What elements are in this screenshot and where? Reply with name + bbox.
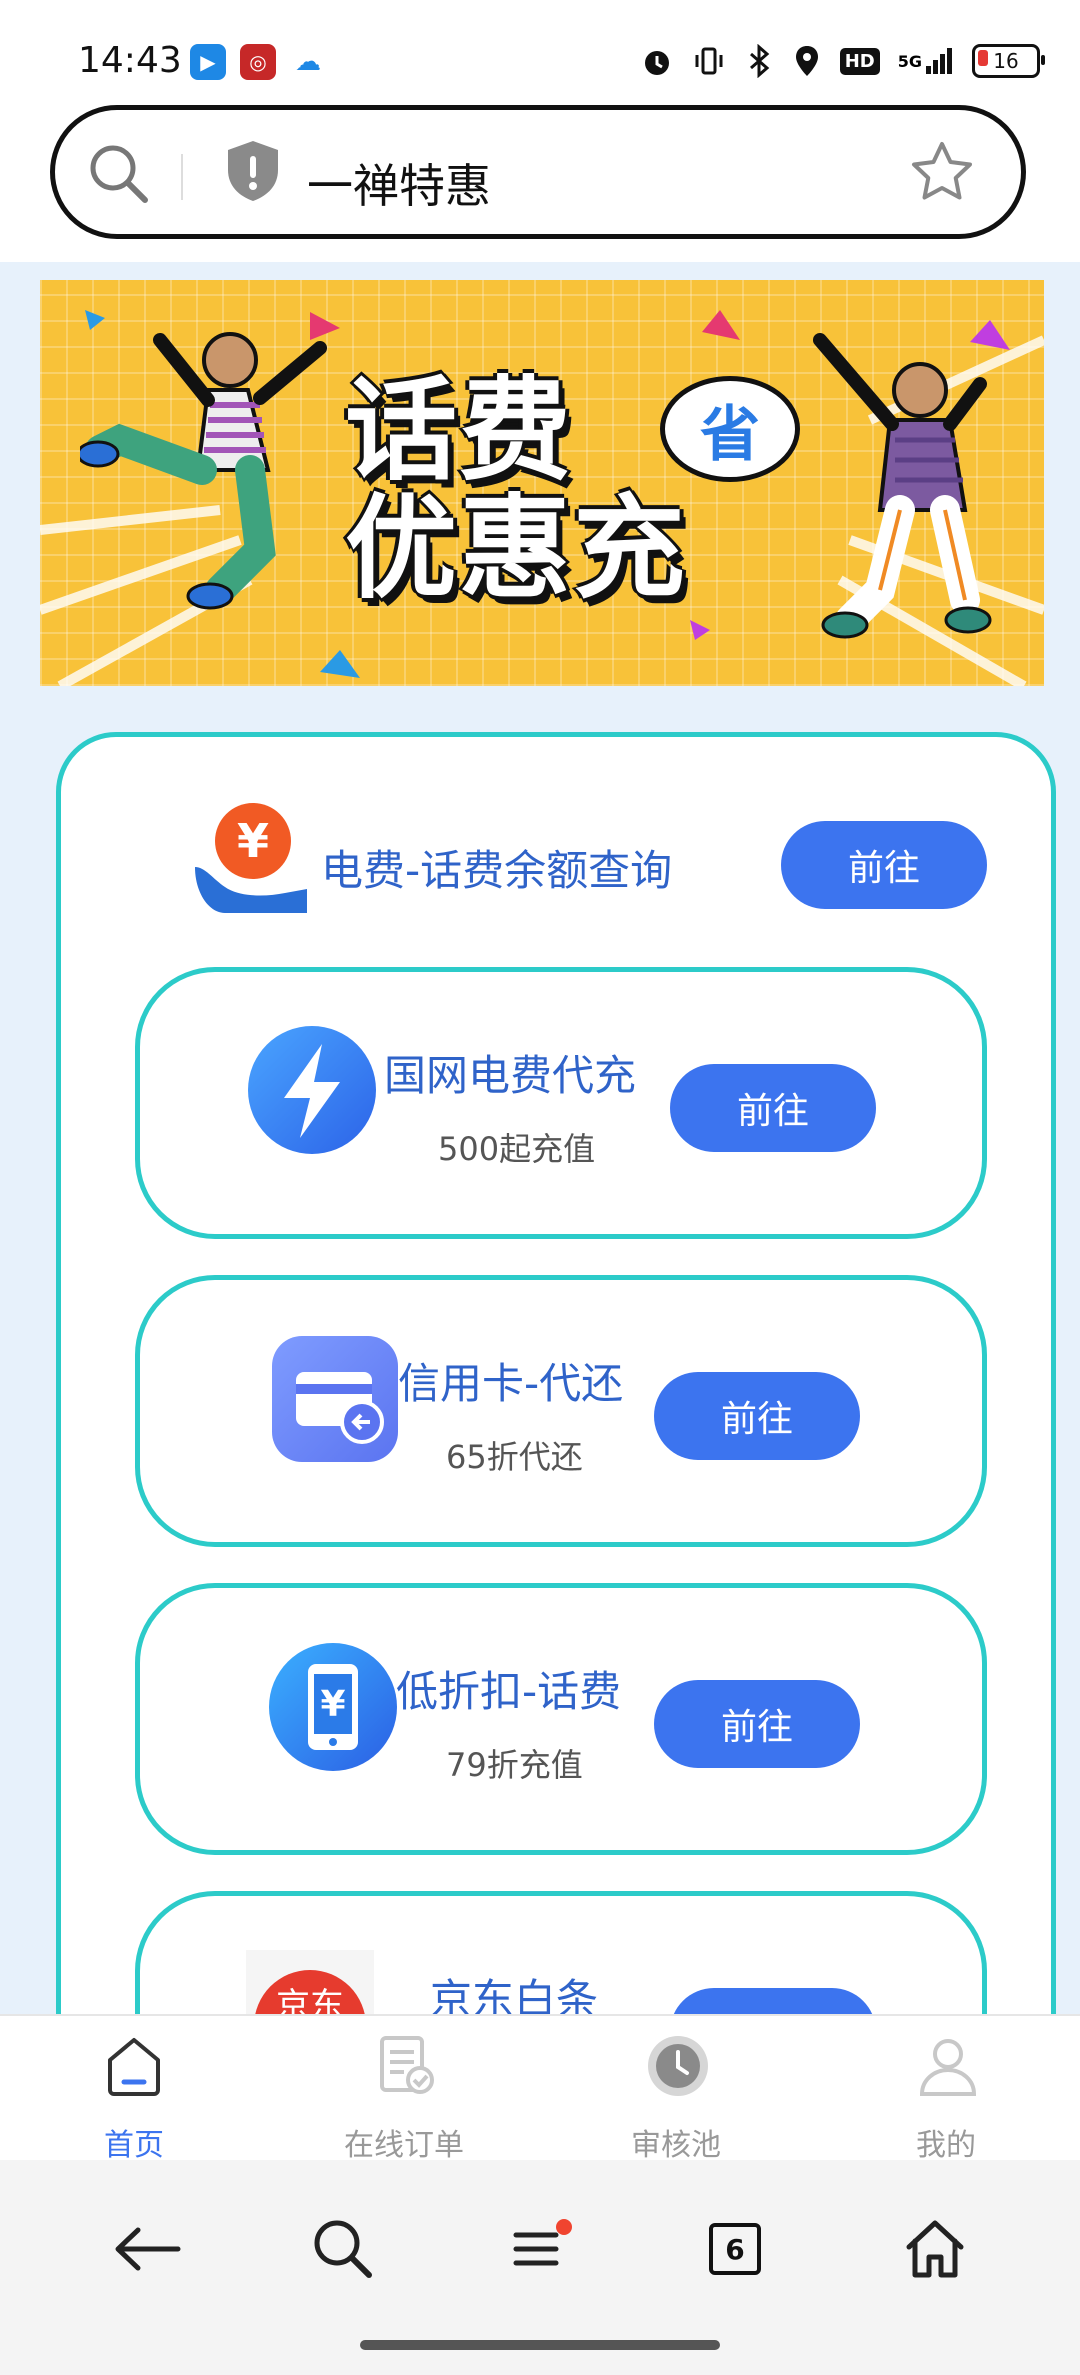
electricity-go-button[interactable]: 前往: [670, 1064, 876, 1152]
tab-review-pool[interactable]: 审核池: [576, 2016, 776, 2163]
card-title: 京东白条: [430, 1975, 599, 2014]
svg-text:¥: ¥: [320, 1684, 345, 1725]
address-divider: [181, 154, 183, 200]
location-icon: [792, 44, 822, 78]
alarm-icon: [640, 44, 674, 78]
arrow-left-icon: [115, 2227, 181, 2271]
order-icon: [374, 2034, 438, 2102]
tab-label: 首页: [104, 2128, 164, 2163]
banner-save-badge: 省: [660, 376, 800, 482]
jumping-person-right-illustration: [813, 333, 992, 639]
user-icon: [916, 2034, 980, 2102]
balance-query-row[interactable]: ¥ 电费-话费余额查询 前往: [191, 797, 991, 917]
banner-line-1: 话费: [345, 366, 573, 496]
tab-online-orders[interactable]: 在线订单: [304, 2016, 504, 2163]
jd-logo-icon: 京东: [246, 1950, 374, 2014]
promo-banner[interactable]: 话费 优惠充 省: [40, 280, 1044, 686]
battery-icon: 16: [972, 44, 1045, 78]
signal-icon: 5G: [898, 44, 954, 78]
services-card: ¥ 电费-话费余额查询 前往 国网电费代充 500起充值 前往 信用卡-代还 6…: [56, 732, 1056, 2014]
shield-icon[interactable]: [223, 138, 283, 208]
bluetooth-icon: [744, 44, 774, 78]
home-indicator[interactable]: [360, 2340, 720, 2350]
tab-label: 我的: [916, 2128, 976, 2163]
browser-home-button[interactable]: [890, 2204, 980, 2294]
page-content[interactable]: 话费 优惠充 省 ¥ 电费-话费余额查询 前往 国网电费代充 500起充值 前往…: [0, 262, 1080, 2014]
status-time: 14:43: [78, 40, 182, 81]
browser-search-button[interactable]: [298, 2204, 388, 2294]
balance-query-label[interactable]: 电费-话费余额查询: [321, 837, 672, 898]
tab-label: 在线订单: [344, 2128, 464, 2163]
tab-mine[interactable]: 我的: [846, 2016, 1046, 2163]
notification-app-icon: ▶: [190, 44, 226, 80]
jd-logo-text: 京东: [254, 1970, 366, 2014]
credit-card-go-button[interactable]: 前往: [654, 1372, 860, 1460]
cloud-app-icon: ☁: [290, 44, 326, 80]
home-icon: [104, 2034, 164, 2102]
bottom-tab-bar: 首页 在线订单 审核池 我的: [0, 2014, 1080, 2163]
menu-button[interactable]: [494, 2204, 584, 2294]
tab-count: 6: [709, 2223, 761, 2275]
card-subtitle: 65折代还: [446, 1438, 583, 1476]
card-subtitle: 500起充值: [438, 1130, 596, 1168]
card-subtitle: 79折充值: [446, 1746, 583, 1784]
banner-headline: 话费 优惠充: [345, 372, 687, 608]
svg-text:¥: ¥: [237, 814, 269, 868]
status-bar: 14:43 ▶ ◎ ☁ HD 5G 16: [0, 0, 1080, 100]
status-app-icons: ▶ ◎ ☁: [190, 44, 326, 80]
jumping-person-left-illustration: [80, 332, 327, 610]
address-bar[interactable]: 一禅特惠: [50, 105, 1026, 239]
card-jd-baitiao[interactable]: 京东 京东白条 前往: [135, 1891, 987, 2014]
home-icon: [906, 2220, 964, 2278]
search-icon: [314, 2220, 372, 2278]
card-grid-electricity[interactable]: 国网电费代充 500起充值 前往: [135, 967, 987, 1239]
phone-recharge-go-button[interactable]: 前往: [654, 1680, 860, 1768]
card-title: 信用卡-代还: [398, 1359, 624, 1408]
card-title: 国网电费代充: [384, 1051, 637, 1100]
back-button[interactable]: [102, 2204, 192, 2294]
credit-card-icon: [270, 1334, 400, 1468]
balance-query-go-button[interactable]: 前往: [781, 821, 987, 909]
tabs-button[interactable]: 6: [690, 2204, 780, 2294]
jd-baitiao-go-button[interactable]: 前往: [670, 1988, 876, 2014]
card-credit-card[interactable]: 信用卡-代还 65折代还 前往: [135, 1275, 987, 1547]
tab-label: 审核池: [631, 2128, 721, 2163]
star-icon[interactable]: [907, 138, 977, 212]
phone-yuan-icon: ¥: [268, 1642, 398, 1776]
page-title[interactable]: 一禅特惠: [307, 150, 491, 216]
yuan-hand-icon: ¥: [191, 797, 317, 921]
status-indicators: HD 5G 16: [640, 44, 1045, 78]
search-icon[interactable]: [85, 140, 153, 212]
lightning-icon: [246, 1024, 378, 1160]
hd-icon: HD: [839, 44, 880, 78]
card-title: 低折扣-话费: [396, 1667, 622, 1716]
vibrate-icon: [692, 44, 726, 78]
clock-icon: [646, 2034, 710, 2102]
card-phone-recharge[interactable]: ¥ 低折扣-话费 79折充值 前往: [135, 1583, 987, 1855]
tab-home[interactable]: 首页: [34, 2016, 234, 2163]
menu-icon: [513, 2219, 572, 2266]
bank-app-icon: ◎: [240, 44, 276, 80]
banner-line-2: 优惠充: [345, 484, 687, 614]
